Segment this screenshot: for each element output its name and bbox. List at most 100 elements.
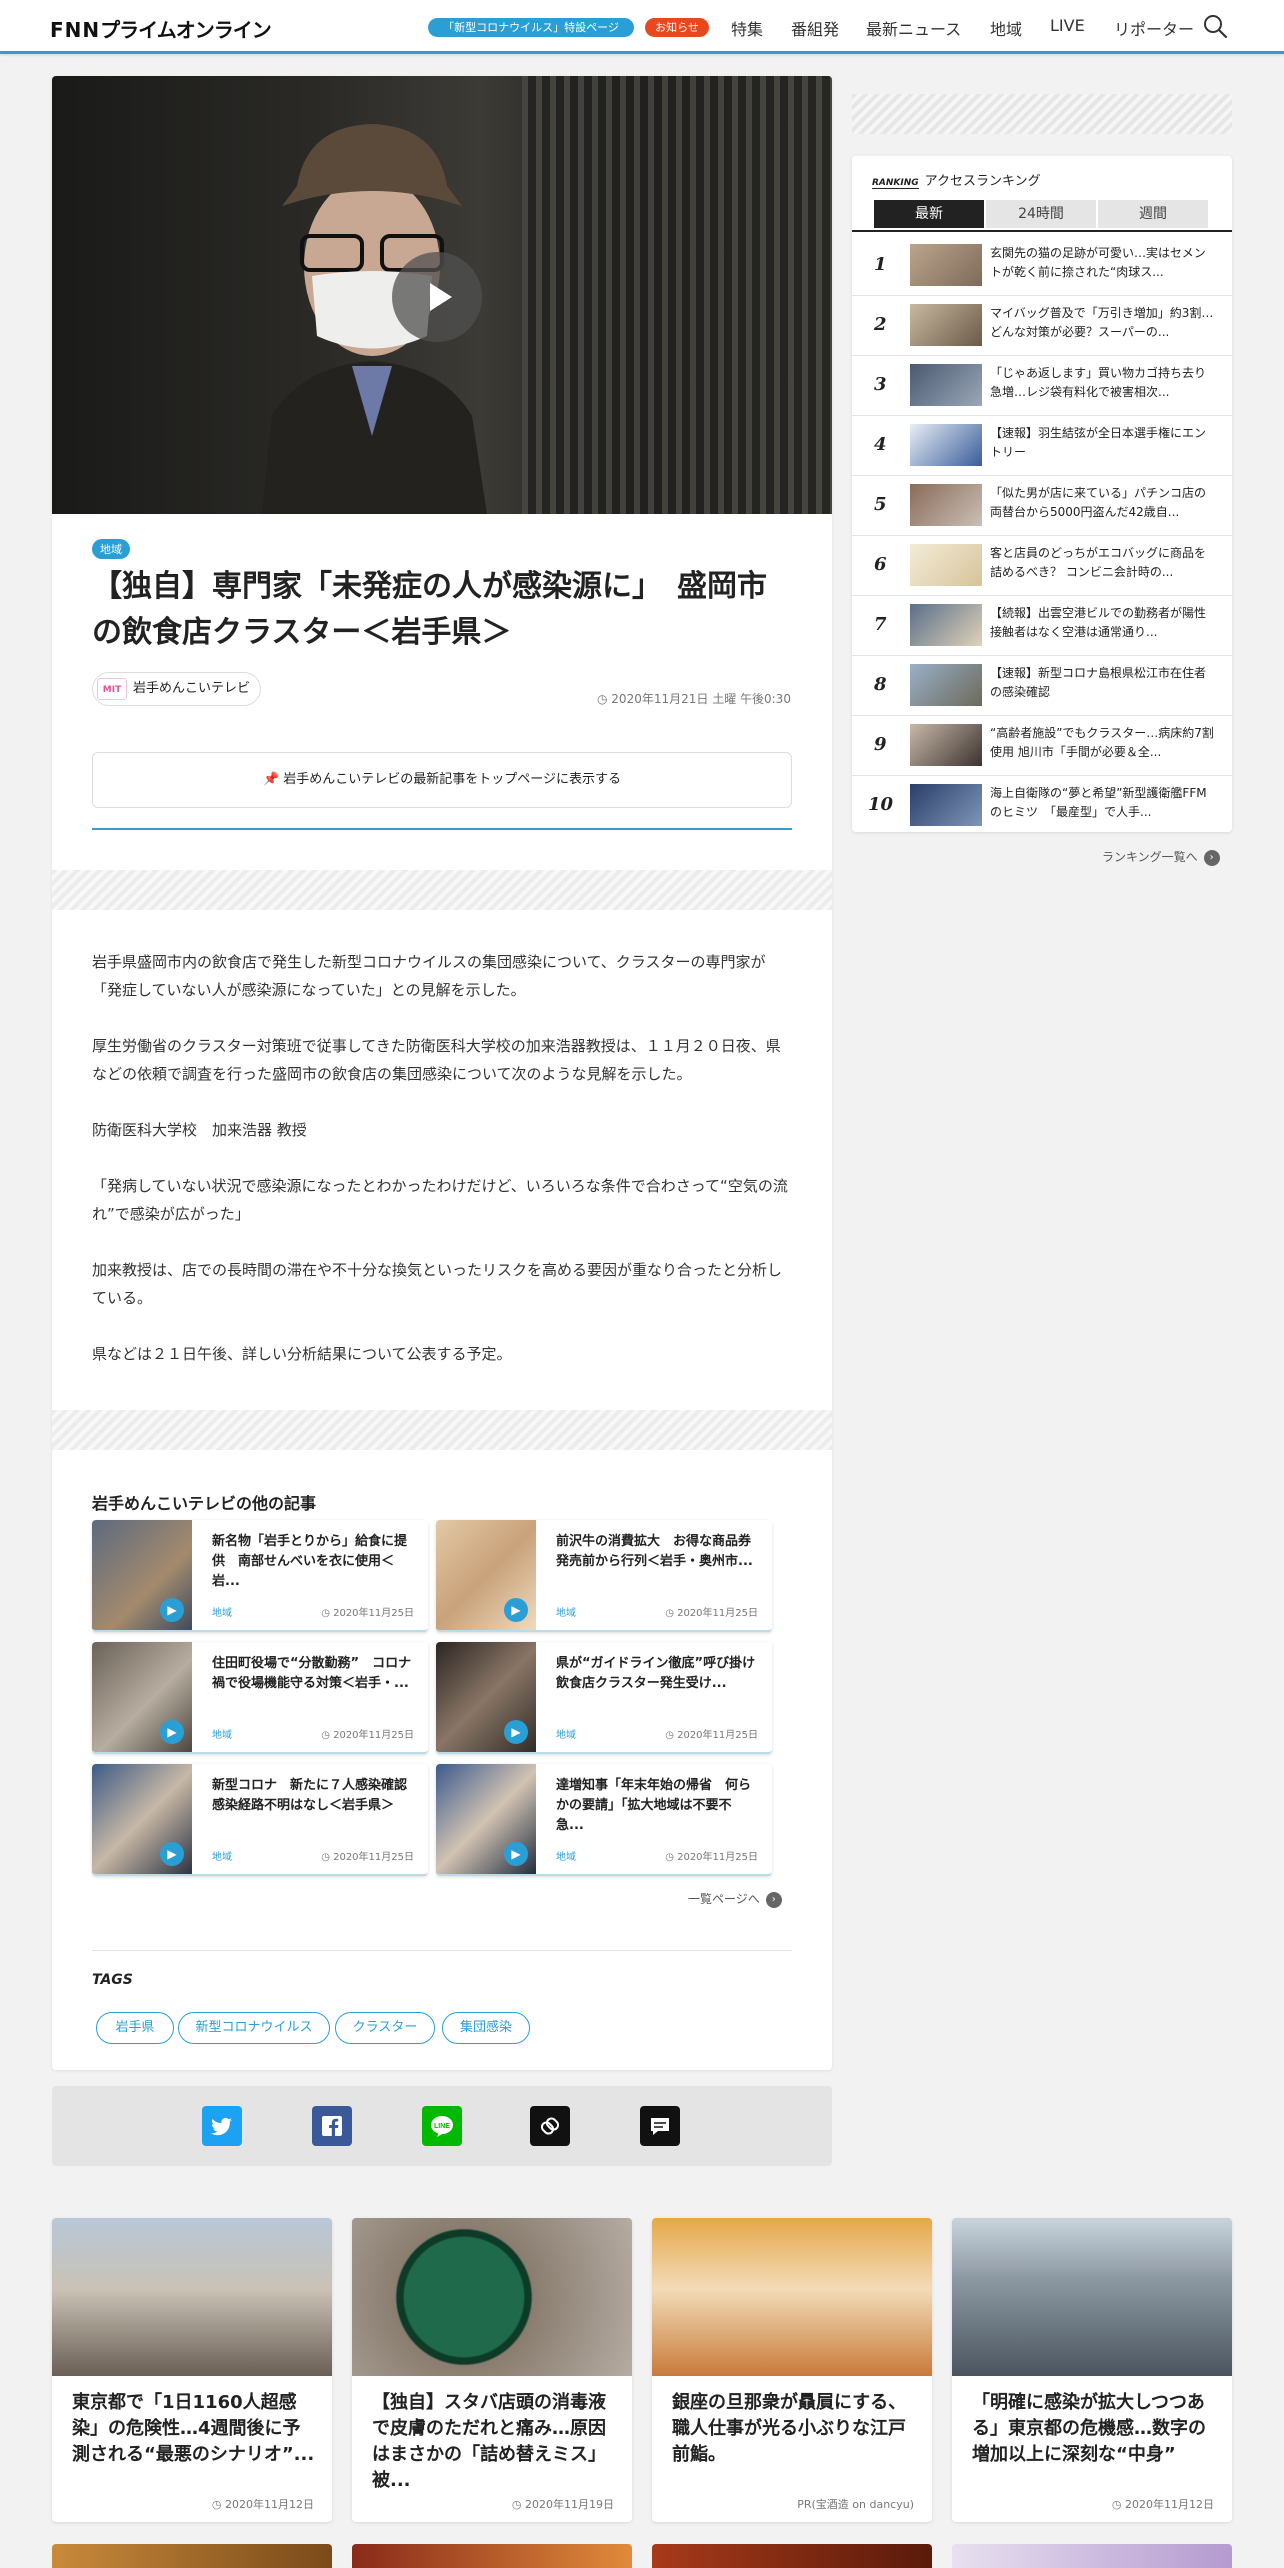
rank-number: 9 — [874, 734, 887, 755]
nav-programs[interactable]: 番組発 — [791, 16, 839, 40]
search-icon[interactable] — [1202, 13, 1228, 39]
divider — [92, 828, 792, 830]
twitter-icon[interactable] — [202, 2106, 242, 2146]
recommended-title: 【独自】スタバ店頭の消毒液で皮膚のただれと痛み…原因はまさかの「詰め替えミス」被… — [372, 2392, 606, 2491]
related-date: ◷ 2020年11月25日 — [321, 1608, 414, 1619]
ranking-thumbnail — [910, 664, 982, 706]
tab-24h[interactable]: 24時間 — [986, 200, 1096, 228]
related-card[interactable]: ▶ 前沢牛の消費拡大 お得な商品券 発売前から行列＜岩手・奥州市... 地域 ◷… — [436, 1520, 772, 1632]
ranking-title: 「似た男が店に来ている」パチンコ店の両替台から5000円盗んだ42歳自... — [990, 486, 1207, 519]
ranking-item[interactable]: 4 【速報】羽生結弦が全日本選手権にエントリー — [852, 416, 1232, 476]
related-category: 地域 — [556, 1608, 576, 1619]
related-card[interactable]: ▶ 住田町役場で“分散勤務” コロナ禍で役場機能守る対策＜岩手・... 地域 ◷… — [92, 1642, 428, 1754]
paragraph: 県などは２１日午後、詳しい分析結果について公表する予定。 — [92, 1345, 512, 1363]
ranking-thumbnail — [910, 544, 982, 586]
notice-link[interactable]: お知らせ — [645, 18, 709, 37]
rank-number: 6 — [874, 554, 887, 575]
more-related-label: 一覧ページへ — [688, 1892, 760, 1906]
tab-latest[interactable]: 最新 — [874, 200, 984, 228]
category-badge[interactable]: 地域 — [92, 538, 130, 559]
related-card[interactable]: ▶ 新型コロナ 新たに７人感染確認 感染経路不明はなし＜岩手県＞ 地域 ◷ 20… — [92, 1764, 428, 1876]
ranking-item[interactable]: 1 玄関先の猫の足跡が可愛い…実はセメントが乾く前に捺された“肉球ス... — [852, 236, 1232, 296]
ranking-item[interactable]: 3 「じゃあ返します」買い物カゴ持ち去り急増…レジ袋有料化で被害相次... — [852, 356, 1232, 416]
copy-link-icon[interactable] — [530, 2106, 570, 2146]
recommended-card-partial[interactable] — [952, 2544, 1232, 2568]
chevron-right-icon: › — [765, 1891, 782, 1908]
related-title: 新名物「岩手とりから」給食に提供 南部せんべいを衣に使用＜岩... — [212, 1534, 408, 1589]
access-ranking: RANKING アクセスランキング 最新 24時間 週間 1 玄関先の猫の足跡が可… — [852, 156, 1232, 832]
tag[interactable]: 岩手県 — [96, 2012, 174, 2044]
recommended-card[interactable]: 「明確に感染が拡大しつつある」東京都の危機感…数字の増加以上に深刻な“中身” ◷… — [952, 2218, 1232, 2522]
tab-weekly[interactable]: 週間 — [1098, 200, 1208, 228]
ranking-list-link[interactable]: ランキング一覧へ › — [1102, 848, 1220, 866]
source-logo: MIT — [97, 677, 127, 700]
related-category: 地域 — [212, 1852, 232, 1863]
ranking-item[interactable]: 6 客と店員のどっちがエコバッグに商品を詰めるべき？ コンビニ会計時の... — [852, 536, 1232, 596]
recommended-title: 「明確に感染が拡大しつつある」東京都の危機感…数字の増加以上に深刻な“中身” — [972, 2392, 1206, 2465]
video-icon: ▶ — [160, 1720, 184, 1744]
ranking-item[interactable]: 8 【速報】新型コロナ島根県松江市在住者の感染確認 — [852, 656, 1232, 716]
ranking-thumbnail — [910, 724, 982, 766]
comment-icon[interactable] — [640, 2106, 680, 2146]
related-date: ◷ 2020年11月25日 — [665, 1730, 758, 1741]
recommended-card[interactable]: 【独自】スタバ店頭の消毒液で皮膚のただれと痛み…原因はまさかの「詰め替えミス」被… — [352, 2218, 632, 2522]
ranking-title: 「じゃあ返します」買い物カゴ持ち去り急増…レジ袋有料化で被害相次... — [990, 366, 1207, 399]
nav-region[interactable]: 地域 — [990, 16, 1022, 40]
ranking-title: 客と店員のどっちがエコバッグに商品を詰めるべき？ コンビニ会計時の... — [990, 546, 1207, 579]
nav-latest-news[interactable]: 最新ニュース — [866, 16, 961, 40]
facebook-icon[interactable] — [312, 2106, 352, 2146]
ranking-title: 玄関先の猫の足跡が可愛い…実はセメントが乾く前に捺された“肉球ス... — [990, 246, 1206, 279]
related-card[interactable]: ▶ 達増知事「年末年始の帰省 何らかの要請」「拡大地域は不要不急... 地域 ◷… — [436, 1764, 772, 1876]
recommended-title: 東京都で「1日1160人超感染」の危険性…4週間後に予測される“最悪のシナリオ”… — [72, 2392, 315, 2465]
video-background — [522, 76, 832, 514]
ranking-item[interactable]: 5 「似た男が店に来ている」パチンコ店の両替台から5000円盗んだ42歳自... — [852, 476, 1232, 536]
tags-label: TAGS — [92, 1972, 133, 1988]
ranking-thumbnail — [910, 424, 982, 466]
recommended-card-partial[interactable] — [652, 2544, 932, 2568]
nav-features[interactable]: 特集 — [731, 16, 763, 40]
ranking-title: 【速報】羽生結弦が全日本選手権にエントリー — [990, 426, 1207, 459]
tag[interactable]: 集団感染 — [442, 2012, 530, 2044]
tag[interactable]: 新型コロナウイルス — [178, 2012, 330, 2044]
related-date: ◷ 2020年11月25日 — [321, 1730, 414, 1741]
paragraph: 加来教授は、店での長時間の滞在や不十分な換気といったリスクを高める要因が重なり合… — [92, 1261, 783, 1307]
nav-live[interactable]: LIVE — [1050, 16, 1085, 35]
rank-number: 1 — [874, 254, 887, 275]
ranking-badge: RANKING — [872, 178, 919, 189]
ad-placeholder — [52, 1410, 832, 1450]
related-category: 地域 — [556, 1730, 576, 1741]
source-chip[interactable]: MIT 岩手めんこいテレビ — [92, 672, 262, 706]
recommended-sponsor: PR(宝酒造 on dancyu) — [797, 2498, 914, 2511]
play-button[interactable] — [392, 252, 482, 342]
related-card[interactable]: ▶ 新名物「岩手とりから」給食に提供 南部せんべいを衣に使用＜岩... 地域 ◷… — [92, 1520, 428, 1632]
recommended-card-partial[interactable] — [52, 2544, 332, 2568]
pin-to-top-button[interactable]: 📌 岩手めんこいテレビの最新記事をトップページに表示する — [92, 752, 792, 808]
ranking-item[interactable]: 10 海上自衛隊の“夢と希望”新型護衛艦FFMのヒミツ 「最産型」で人手... — [852, 776, 1232, 836]
more-related-link[interactable]: 一覧ページへ › — [688, 1890, 782, 1908]
rank-number: 3 — [874, 374, 887, 395]
ranking-item[interactable]: 7 【続報】出雲空港ビルでの勤務者が陽性 接触者はなく空港は通常通り... — [852, 596, 1232, 656]
recommended-card[interactable]: 銀座の旦那衆が贔屓にする、職人仕事が光る小ぶりな江戸前鮨。 PR(宝酒造 on … — [652, 2218, 932, 2522]
ranking-item[interactable]: 9 “高齢者施設”でもクラスター…病床約7割使用 旭川市「手間が必要＆全... — [852, 716, 1232, 776]
related-category: 地域 — [212, 1608, 232, 1619]
nav-reporter[interactable]: リポーター — [1114, 16, 1194, 40]
tag[interactable]: クラスター — [335, 2012, 435, 2044]
paragraph: 防衛医科大学校 加来浩器 教授 — [92, 1121, 307, 1139]
related-date: ◷ 2020年11月25日 — [321, 1852, 414, 1863]
line-icon[interactable]: LINE — [422, 2106, 462, 2146]
site-logo[interactable]: FNNプライムオンライン — [50, 14, 272, 43]
related-category: 地域 — [556, 1852, 576, 1863]
rank-number: 4 — [874, 434, 887, 455]
ranking-title: 【速報】新型コロナ島根県松江市在住者の感染確認 — [990, 666, 1207, 699]
recommended-image — [52, 2218, 332, 2376]
corona-special-link[interactable]: 「新型コロナウイルス」特設ページ — [428, 18, 634, 37]
related-card[interactable]: ▶ 県が“ガイドライン徹底”呼び掛け 飲食店クラスター発生受け... 地域 ◷ … — [436, 1642, 772, 1754]
video-icon: ▶ — [504, 1598, 528, 1622]
video-player[interactable] — [52, 76, 832, 514]
ranking-thumbnail — [910, 304, 982, 346]
recommended-image — [352, 2218, 632, 2376]
ranking-title: マイバッグ普及で「万引き増加」約3割…どんな対策が必要？スーパーの... — [990, 306, 1214, 339]
ranking-item[interactable]: 2 マイバッグ普及で「万引き増加」約3割…どんな対策が必要？スーパーの... — [852, 296, 1232, 356]
recommended-card[interactable]: 東京都で「1日1160人超感染」の危険性…4週間後に予測される“最悪のシナリオ”… — [52, 2218, 332, 2522]
recommended-card-partial[interactable] — [352, 2544, 632, 2568]
